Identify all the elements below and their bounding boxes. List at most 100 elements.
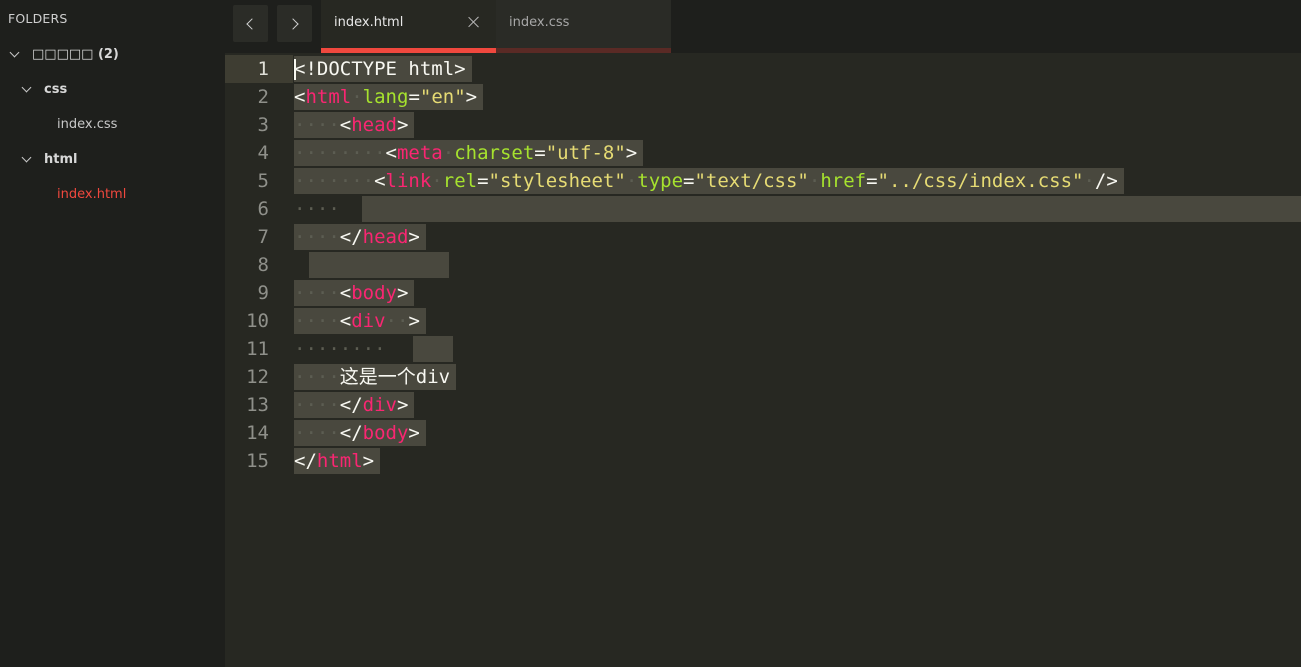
token-punct: < [339,310,352,332]
code-text[interactable]: ····<body> [294,280,415,306]
code-line: 6 ···· [225,195,1301,223]
tab-bar: index.html index.css [225,0,1301,53]
chevron-down-icon[interactable] [22,154,32,164]
token-string: "text/css" [694,170,809,192]
token-tag: div [351,310,386,332]
whitespace-dots: ·· [385,310,409,332]
selection-block [362,196,1301,222]
back-button[interactable] [233,5,268,42]
sidebar: FOLDERS □□□□□ (2) css index.css html ind… [0,0,225,667]
code-text[interactable]: <html·lang="en"> [294,84,484,110]
code-text[interactable]: ····<head> [294,112,415,138]
close-icon[interactable] [468,16,480,28]
token-tag: body [362,422,409,444]
code-text[interactable]: </html> [294,448,381,474]
whitespace-dots: ········ [294,338,386,360]
code-text[interactable]: ········ [294,336,392,362]
tree-file-index-css[interactable]: index.css [57,114,117,134]
file-label-index-html: index.html [57,186,127,202]
token-punct: > [408,422,420,444]
selection-block [413,336,453,362]
tree-root-folder[interactable]: □□□□□ (2) [10,44,119,64]
token-punct: </ [339,422,363,444]
token-attr: rel [442,170,478,192]
token-punct: </ [294,450,317,472]
line-number: 5 [257,170,269,192]
code-text[interactable]: ····<div··> [294,308,426,334]
token-punct: < [294,86,306,108]
code-text[interactable]: ·······<link·rel="stylesheet"·type="text… [294,168,1124,194]
code-text[interactable]: ········<meta·charset="utf-8"> [294,140,644,166]
whitespace-dots: ···· [294,310,340,332]
code-line: 1 <!DOCTYPE html> [225,55,1301,83]
token-punct: > [625,142,638,164]
chevron-down-icon[interactable] [10,49,20,59]
line-number: 14 [246,422,269,444]
token-string: "en" [419,86,466,108]
folder-label-html: html [44,151,78,167]
whitespace-dots: ···· [294,366,340,388]
root-folder-label: □□□□□ (2) [32,46,119,62]
tab-index-html[interactable]: index.html [321,0,496,53]
token-tag: div [362,394,397,416]
token-punct: > [396,282,409,304]
whitespace-dot: · [1083,170,1095,192]
code-line: 9 ····<body> [225,279,1301,307]
token-tag: head [351,114,397,136]
code-text[interactable]: ····</head> [294,224,426,250]
chevron-down-icon[interactable] [22,84,32,94]
token-punct: = [534,142,546,164]
tree-folder-css[interactable]: css [22,79,67,99]
tab-label: index.html [334,15,404,30]
token-punct: /> [1094,170,1118,192]
token-tag: html [316,450,363,472]
tree-folder-html[interactable]: html [22,149,77,169]
token-punct: > [362,450,375,472]
whitespace-dots: ···· [294,226,340,248]
code-editor[interactable]: 1 <!DOCTYPE html> 2 <html·lang="en"> 3 ·… [225,53,1301,667]
code-line: 12 ····这是一个div [225,363,1301,391]
whitespace-dots: ···· [294,394,340,416]
token-punct: > [408,310,420,332]
line-number: 9 [257,282,269,304]
tree-file-index-html[interactable]: index.html [57,184,126,204]
code-line: 10 ····<div··> [225,307,1301,335]
code-text[interactable]: <!DOCTYPE html> [294,56,472,82]
tab-index-css[interactable]: index.css [496,0,671,53]
token-punct: < [374,170,386,192]
line-number: 12 [246,366,269,388]
token-punct: </ [339,394,363,416]
tab-label: index.css [509,15,570,30]
code-text[interactable]: ····</div> [294,392,415,418]
line-number: 1 [225,55,293,83]
text-cursor [294,59,296,80]
whitespace-dot: · [351,86,363,108]
code-line: 2 <html·lang="en"> [225,83,1301,111]
token-attr: charset [454,142,535,164]
doctype-token: <!DOCTYPE html> [294,58,466,80]
token-punct: > [396,394,409,416]
token-tag: head [362,226,409,248]
token-tag: body [351,282,397,304]
token-punct: < [339,114,352,136]
folders-title: FOLDERS [8,11,68,26]
code-line: 13 ····</div> [225,391,1301,419]
chevron-left-icon [246,17,258,30]
code-line: 14 ····</body> [225,419,1301,447]
forward-button[interactable] [277,5,312,42]
line-number: 6 [257,198,269,220]
whitespace-dot: · [808,170,821,192]
selection-block [309,252,449,278]
code-text[interactable]: ····这是一个div [294,364,457,390]
token-string: "../css/index.css" [877,170,1084,192]
line-number: 3 [257,114,269,136]
code-text[interactable]: ····</body> [294,420,426,446]
token-text: 这是一个div [339,366,451,388]
line-number: 10 [246,310,269,332]
token-punct: > [396,114,409,136]
token-attr: type [637,170,684,192]
code-text[interactable]: ···· [294,196,346,222]
code-line: 3 ····<head> [225,111,1301,139]
token-punct: > [465,86,478,108]
code-line: 7 ····</head> [225,223,1301,251]
